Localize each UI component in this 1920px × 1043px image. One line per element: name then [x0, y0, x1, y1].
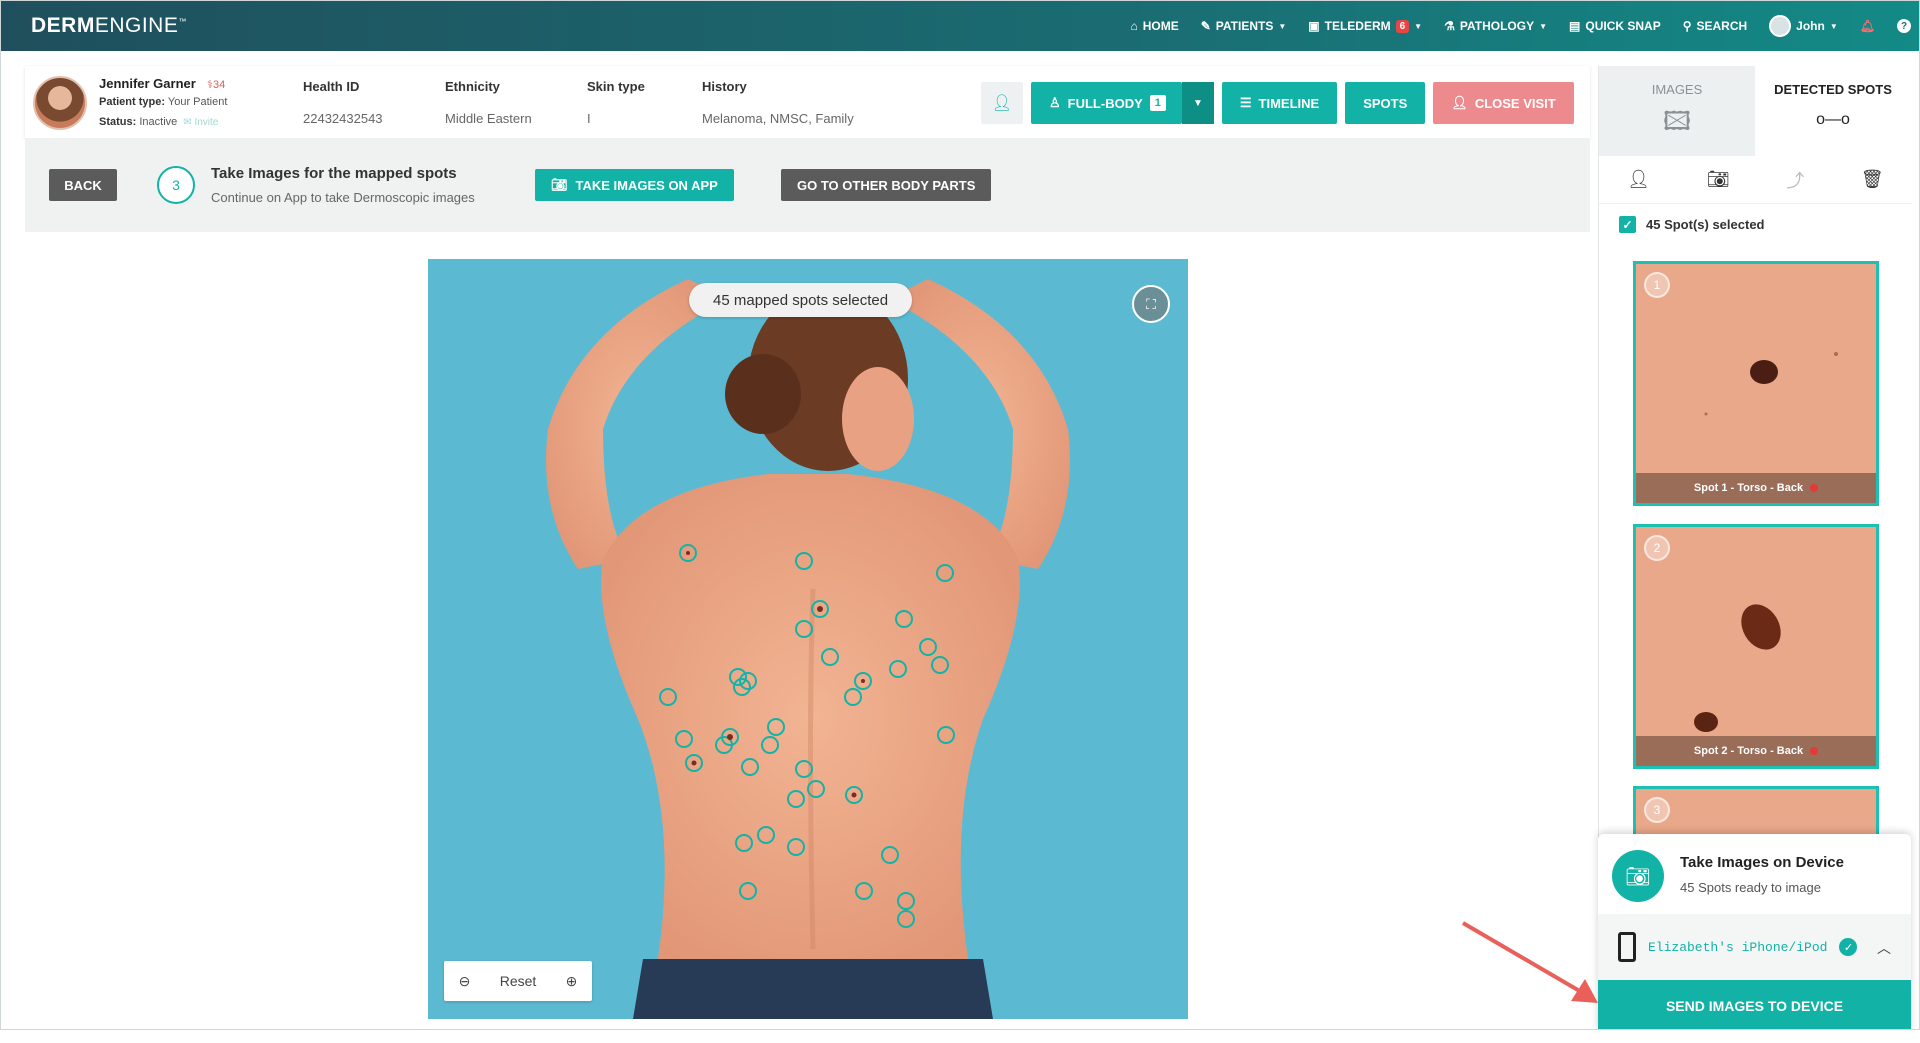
tab-detected-spots[interactable]: DETECTED SPOTS o—o	[1755, 66, 1911, 156]
nav-patients[interactable]: ✎ PATIENTS ▼	[1201, 19, 1287, 33]
mapped-spots-pill: 45 mapped spots selected	[689, 283, 913, 317]
patient-age: ⚕34	[207, 79, 226, 91]
nav-home[interactable]: ⌂ HOME	[1130, 19, 1178, 33]
step-subtitle: Continue on App to take Dermoscopic imag…	[211, 190, 475, 205]
health-id-field: Health ID 22432432543	[303, 79, 383, 126]
status-dot	[1810, 747, 1819, 755]
chevron-down-icon: ▼	[1192, 97, 1203, 109]
close-visit-button[interactable]: 👤︎ CLOSE VISIT	[1433, 82, 1574, 124]
chevron-down-icon: ▼	[1539, 21, 1548, 31]
back-button[interactable]: BACK	[49, 169, 117, 201]
patients-icon: ✎	[1200, 19, 1211, 33]
spot-card-2[interactable]: 2 Spot 2 - Torso - Back	[1633, 524, 1879, 769]
trash-icon[interactable]: 🗑︎	[1861, 169, 1884, 190]
take-images-device-panel: 📷︎ Take Images on Device 45 Spots ready …	[1598, 834, 1911, 1029]
spot-toolbar: 👤︎ 📷︎ ⤴ 🗑︎	[1599, 156, 1912, 204]
chevron-down-icon: ▼	[1278, 21, 1287, 31]
expand-icon: ⛶	[1146, 295, 1156, 312]
search-icon: ⚲	[1682, 19, 1692, 33]
ethnicity-field: Ethnicity Middle Eastern	[445, 79, 532, 126]
patient-status: Status: Inactive ✉ Invite	[99, 116, 219, 128]
full-body-dropdown[interactable]: ▼	[1181, 82, 1214, 124]
step-number: 3	[157, 166, 195, 204]
help-button[interactable]: ?	[1897, 19, 1911, 33]
person-icon: 👤︎	[991, 95, 1013, 112]
person-icon[interactable]: 👤︎	[1627, 169, 1650, 190]
chevron-up-icon[interactable]: ︿	[1877, 938, 1891, 958]
zoom-in-icon[interactable]: ⊕	[566, 973, 578, 990]
history-field: History Melanoma, NMSC, Family	[702, 79, 854, 126]
patient-avatar	[33, 76, 87, 130]
notifications-button[interactable]: 🔔︎	[1860, 19, 1875, 33]
patient-type: Patient type: Your Patient	[99, 96, 228, 108]
zoom-out-icon[interactable]: ⊖	[459, 973, 471, 990]
spot-card-1[interactable]: 1 Spot 1 - Torso - Back	[1633, 261, 1879, 506]
images-icon: 🖾	[1662, 106, 1692, 136]
nav-pathology[interactable]: ⚗ PATHOLOGY ▼	[1444, 19, 1547, 33]
timeline-button[interactable]: ☰ TIMELINE	[1221, 82, 1338, 124]
go-to-other-body-parts-button[interactable]: GO TO OTHER BODY PARTS	[781, 169, 992, 201]
phone-icon	[1618, 932, 1636, 962]
select-all-checkbox[interactable]: ✓	[1619, 216, 1636, 233]
tab-images[interactable]: IMAGES 🖾	[1599, 66, 1755, 156]
check-icon: ✓	[1839, 938, 1858, 956]
body-icon: ♙	[1049, 95, 1061, 110]
body-image-viewer[interactable]: 45 mapped spots selected ⛶ ⊖ Reset ⊕	[428, 259, 1188, 1019]
step-bar: BACK 3 Take Images for the mapped spots …	[25, 138, 1590, 232]
user-menu[interactable]: John ▼	[1769, 15, 1838, 37]
spot-2-image	[1694, 604, 1781, 732]
patient-profile-button[interactable]: 👤︎	[981, 82, 1023, 124]
device-name: Elizabeth's iPhone/iPod	[1648, 939, 1828, 955]
reset-zoom-button[interactable]: Reset	[500, 973, 537, 989]
nav-search[interactable]: ⚲ SEARCH	[1683, 19, 1747, 33]
top-navbar: DERMENGINE™ ⌂ HOME ✎ PATIENTS ▼ ▣ TELEDERM 6 ▼…	[1, 1, 1919, 51]
spots-selected[interactable]: ✓ 45 Spot(s) selected	[1619, 216, 1765, 233]
camera-icon: 📷︎	[1612, 850, 1664, 902]
patient-name: Jennifer Garner	[99, 76, 196, 91]
nav-quick-snap[interactable]: ▤ QUICK SNAP	[1569, 19, 1661, 33]
pathology-icon: ⚗	[1444, 19, 1455, 33]
take-images-on-app-button[interactable]: 📷︎ TAKE IMAGES ON APP	[535, 169, 734, 201]
status-dot	[1810, 484, 1819, 492]
fullscreen-button[interactable]: ⛶	[1132, 285, 1170, 323]
chevron-down-icon: ▼	[1414, 21, 1423, 31]
app-window: DERMENGINE™ ⌂ HOME ✎ PATIENTS ▼ ▣ TELEDERM 6 ▼…	[0, 0, 1920, 1030]
home-icon: ⌂	[1130, 19, 1138, 33]
skin-type-field: Skin type I	[587, 79, 645, 126]
merge-icon[interactable]: ⤴	[1786, 167, 1804, 193]
user-avatar	[1769, 15, 1792, 37]
bell-icon: 🔔︎	[1859, 19, 1875, 33]
quick-snap-icon: ▤	[1569, 19, 1581, 33]
user-check-icon: 👤︎	[1451, 95, 1468, 110]
telederm-badge: 6	[1395, 19, 1410, 33]
back-photo	[428, 259, 1188, 1019]
selected-device[interactable]: Elizabeth's iPhone/iPod ✓	[1598, 914, 1911, 980]
dermengine-logo[interactable]: DERMENGINE™	[31, 14, 187, 38]
help-icon: ?	[1897, 19, 1911, 33]
nav-telederm[interactable]: ▣ TELEDERM 6 ▼	[1308, 19, 1422, 33]
invite-link[interactable]: ✉ Invite	[183, 117, 218, 128]
spot-1-image	[1704, 352, 1838, 416]
timeline-icon: ☰	[1239, 95, 1252, 110]
zoom-controls: ⊖ Reset ⊕	[444, 961, 592, 1001]
connect-icon: o—o	[1816, 111, 1850, 128]
step-title: Take Images for the mapped spots	[211, 165, 457, 182]
chevron-down-icon: ▼	[1829, 21, 1838, 31]
full-body-count: 1	[1149, 95, 1166, 111]
camera-icon[interactable]: 📷︎	[1707, 169, 1730, 190]
device-panel-title: Take Images on Device	[1680, 854, 1844, 871]
annotation-arrow	[1461, 921, 1598, 1003]
camera-icon: 📷︎	[551, 177, 568, 192]
spots-button[interactable]: SPOTS	[1345, 82, 1426, 124]
full-body-button[interactable]: ♙ FULL-BODY 1	[1031, 82, 1182, 124]
send-images-to-device-button[interactable]: SEND IMAGES TO DEVICE	[1598, 980, 1911, 1029]
telederm-icon: ▣	[1308, 19, 1320, 33]
device-panel-subtitle: 45 Spots ready to image	[1680, 880, 1821, 895]
patient-header: Jennifer Garner ⚕34 Patient type: Your P…	[25, 66, 1590, 138]
